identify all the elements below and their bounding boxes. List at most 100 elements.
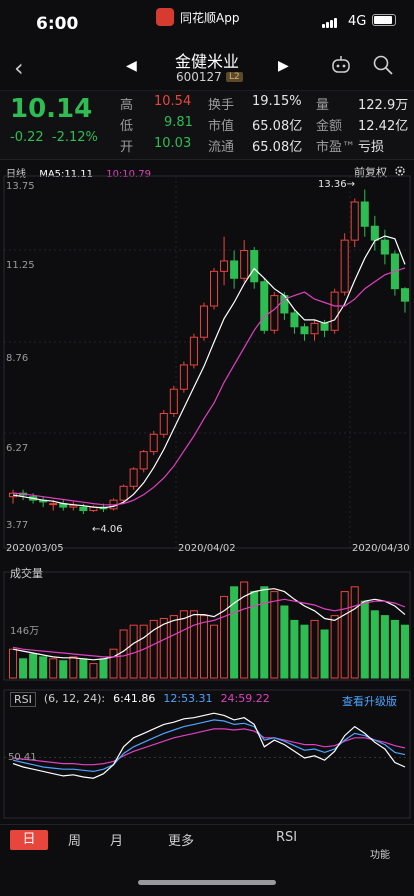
volume-bar — [310, 619, 319, 679]
candle-body — [300, 326, 309, 335]
search-icon[interactable] — [372, 54, 394, 76]
rsi24-value: 24:59.22 — [220, 692, 270, 705]
candle-body — [129, 468, 138, 487]
volume-bar — [270, 591, 279, 679]
quote-label: 流通 — [208, 140, 235, 155]
volume-bar — [169, 615, 178, 679]
candle-body — [250, 250, 259, 283]
candle-body — [149, 433, 158, 453]
candle-body — [270, 295, 279, 331]
volume-bar — [280, 605, 289, 679]
rsi12-value: 12:53.31 — [163, 692, 213, 705]
network-label: 4G — [348, 14, 367, 29]
volume-bar — [89, 663, 98, 679]
stock-code: 600127 — [176, 70, 222, 84]
candle-body — [49, 503, 58, 506]
tab-day[interactable]: 日 — [10, 830, 48, 850]
candle-body — [380, 239, 389, 255]
volume-bar — [139, 624, 148, 679]
high-marker: 13.36→ — [318, 179, 356, 190]
volume-bar — [230, 586, 239, 679]
last-price: 10.14 — [10, 94, 93, 124]
candle-body — [290, 312, 299, 328]
candle-body — [199, 305, 208, 338]
quote-label: 金额 — [316, 119, 343, 134]
change-pct: -2.12% — [51, 130, 98, 145]
change-value: -0.22 — [10, 130, 44, 145]
volume-bar — [39, 656, 48, 679]
quote-label: 高 — [120, 98, 134, 113]
candle-body — [260, 281, 269, 331]
tab-function[interactable]: 功能 — [370, 846, 390, 861]
volume-title[interactable]: 成交量 — [10, 565, 43, 581]
quote-value: 10.03 — [154, 136, 192, 151]
volume-bar — [9, 648, 18, 679]
quote-label: 低 — [120, 119, 134, 134]
quote-label: 市盈™ — [316, 140, 356, 155]
quote-value: 19.15% — [252, 94, 302, 109]
volume-bar — [390, 619, 399, 679]
volume-bar — [19, 658, 28, 679]
quote-value: 10.54 — [154, 94, 192, 109]
volume-bar — [350, 586, 359, 679]
quote-value: 122.9万 — [358, 98, 409, 113]
low-marker: ←4.06 — [92, 524, 123, 535]
chart-svg[interactable] — [0, 162, 414, 824]
quote-label: 开 — [120, 140, 134, 155]
candle-body — [79, 506, 88, 512]
panel-frame — [3, 689, 411, 819]
volume-bar — [99, 658, 108, 679]
volume-bar — [340, 591, 349, 679]
robot-icon[interactable] — [330, 54, 352, 76]
candle-body — [310, 322, 319, 335]
rsi6-value: 6:41.86 — [113, 692, 156, 705]
volume-bar — [189, 610, 198, 679]
rsi-level-label: 50.41 — [8, 752, 37, 763]
volume-bar — [320, 629, 329, 679]
price-change: -0.22 -2.12% — [10, 130, 98, 145]
volume-bar — [330, 615, 339, 679]
quote-value: 12.42亿 — [358, 119, 409, 134]
volume-bar — [119, 629, 128, 679]
upgrade-link[interactable]: 查看升级版 — [342, 693, 397, 709]
rsi-chart — [4, 712, 410, 779]
volume-bar — [109, 648, 118, 679]
bottom-toolbar — [0, 824, 414, 896]
volume-axis-label: 146万 — [10, 626, 40, 637]
app-chip[interactable]: 同花顺App — [156, 8, 239, 26]
candle-body — [320, 322, 329, 331]
candle-body — [350, 201, 359, 241]
quote-value: 65.08亿 — [252, 119, 303, 134]
volume-bar — [59, 660, 68, 679]
volume-bar — [400, 624, 409, 679]
candle-body — [189, 336, 198, 366]
ma10-line — [12, 267, 406, 506]
candle-body — [400, 288, 409, 302]
quote-value: 9.81 — [164, 115, 193, 130]
tab-more[interactable]: 更多 — [168, 830, 194, 849]
y-axis-label: 11.25 — [6, 260, 35, 271]
tab-month[interactable]: 月 — [110, 830, 123, 849]
candle-body — [370, 225, 379, 241]
volume-bar — [159, 617, 168, 679]
tab-rsi[interactable]: RSI — [276, 830, 297, 845]
rsi-params: (6, 12, 24): — [43, 692, 106, 705]
y-axis-label: 6.27 — [6, 443, 29, 454]
volume-bar — [49, 658, 58, 679]
volume-bar — [199, 615, 208, 679]
volume-bar — [370, 610, 379, 679]
tab-week[interactable]: 周 — [68, 830, 81, 849]
volume-bar — [290, 619, 299, 679]
volume-bar — [210, 624, 219, 679]
rsi6-line — [12, 712, 406, 779]
candle-body — [210, 270, 219, 307]
clock: 6:00 — [36, 14, 79, 34]
level2-badge: L2 — [226, 72, 243, 82]
kline-chart — [9, 189, 409, 515]
candle-body — [69, 504, 78, 508]
rsi-title[interactable]: RSI — [10, 692, 36, 707]
y-axis-label: 3.77 — [6, 520, 29, 531]
candle-body — [330, 291, 339, 331]
volume-chart — [9, 581, 409, 679]
candle-body — [220, 260, 229, 272]
